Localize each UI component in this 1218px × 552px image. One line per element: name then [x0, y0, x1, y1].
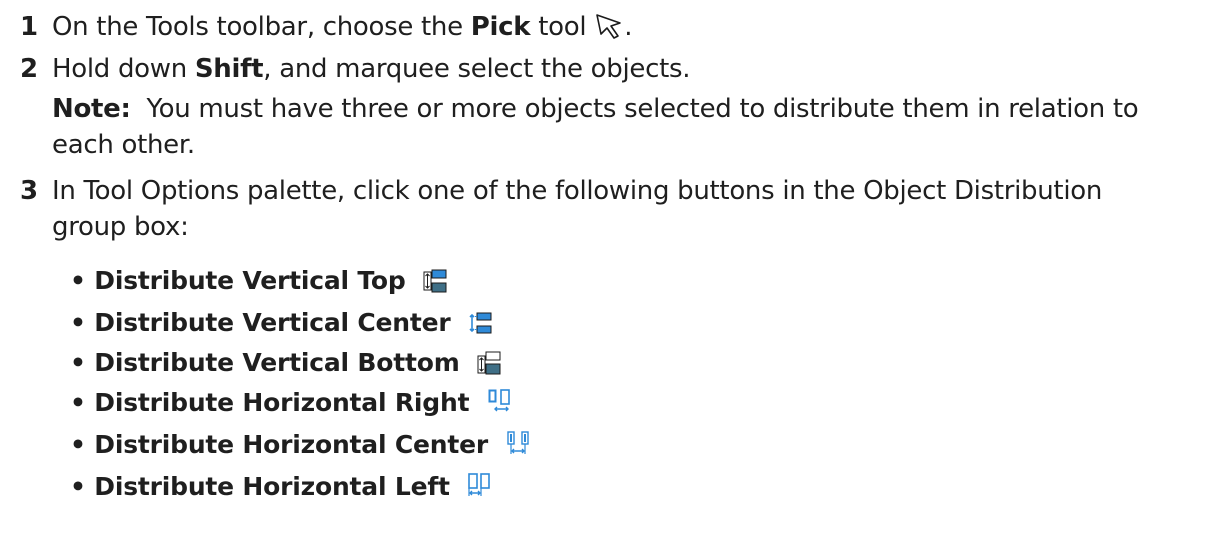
note-text-line-2: each other. [52, 130, 195, 160]
button-item-vertical-center: • Distribute Vertical Center [70, 306, 493, 340]
button-item-horizontal-left: • Distribute Horizontal Left [70, 470, 494, 504]
button-label: • Distribute Horizontal Center [70, 430, 488, 459]
step-bold-term: Pick [470, 12, 531, 42]
note: Note: You must have three or more object… [52, 92, 1139, 126]
button-label: • Distribute Vertical Bottom [70, 348, 460, 377]
button-label: • Distribute Vertical Top [70, 266, 406, 295]
step-text-post: tool [530, 12, 587, 42]
step-text: Hold down Shift, and marquee select the … [52, 52, 690, 86]
step-number: 1 [20, 12, 38, 42]
distribute-vertical-top-icon [422, 268, 448, 294]
step-number: 2 [20, 54, 38, 84]
note-text-line-1: You must have three or more objects sele… [130, 94, 1139, 124]
button-label: • Distribute Vertical Center [70, 308, 451, 337]
button-item-vertical-top: • Distribute Vertical Top [70, 264, 448, 298]
distribute-vertical-bottom-icon [476, 350, 502, 376]
note-label: Note: [52, 94, 131, 124]
instruction-document: 1 On the Tools toolbar, choose the Pick … [0, 0, 1218, 552]
distribute-horizontal-center-icon [505, 430, 533, 458]
button-item-horizontal-right: • Distribute Horizontal Right [70, 386, 514, 420]
step-text-line-1: In Tool Options palette, click one of th… [52, 176, 1103, 206]
note-line-2: each other. [52, 128, 195, 162]
button-label: • Distribute Horizontal Left [70, 472, 450, 501]
button-item-vertical-bottom: • Distribute Vertical Bottom [70, 346, 502, 380]
step-text-trail: . [624, 12, 633, 42]
button-label: • Distribute Horizontal Right [70, 388, 470, 417]
step-text: On the Tools toolbar, choose the Pick to… [52, 10, 633, 44]
distribute-vertical-center-icon [467, 310, 493, 336]
pick-tool-arrow-icon [594, 12, 624, 40]
step-number: 3 [20, 176, 38, 206]
step-text-line-2: group box: [52, 212, 189, 242]
button-item-horizontal-center: • Distribute Horizontal Center [70, 428, 533, 462]
step-text-pre: On the Tools toolbar, choose the [52, 12, 471, 42]
step-text-post: , and marquee select the objects. [263, 54, 691, 84]
distribute-horizontal-left-icon [466, 472, 494, 500]
step-3-line-2: group box: [52, 210, 189, 244]
step-text-pre: Hold down [52, 54, 195, 84]
step-bold-term: Shift [194, 54, 264, 84]
distribute-horizontal-right-icon [486, 388, 514, 416]
